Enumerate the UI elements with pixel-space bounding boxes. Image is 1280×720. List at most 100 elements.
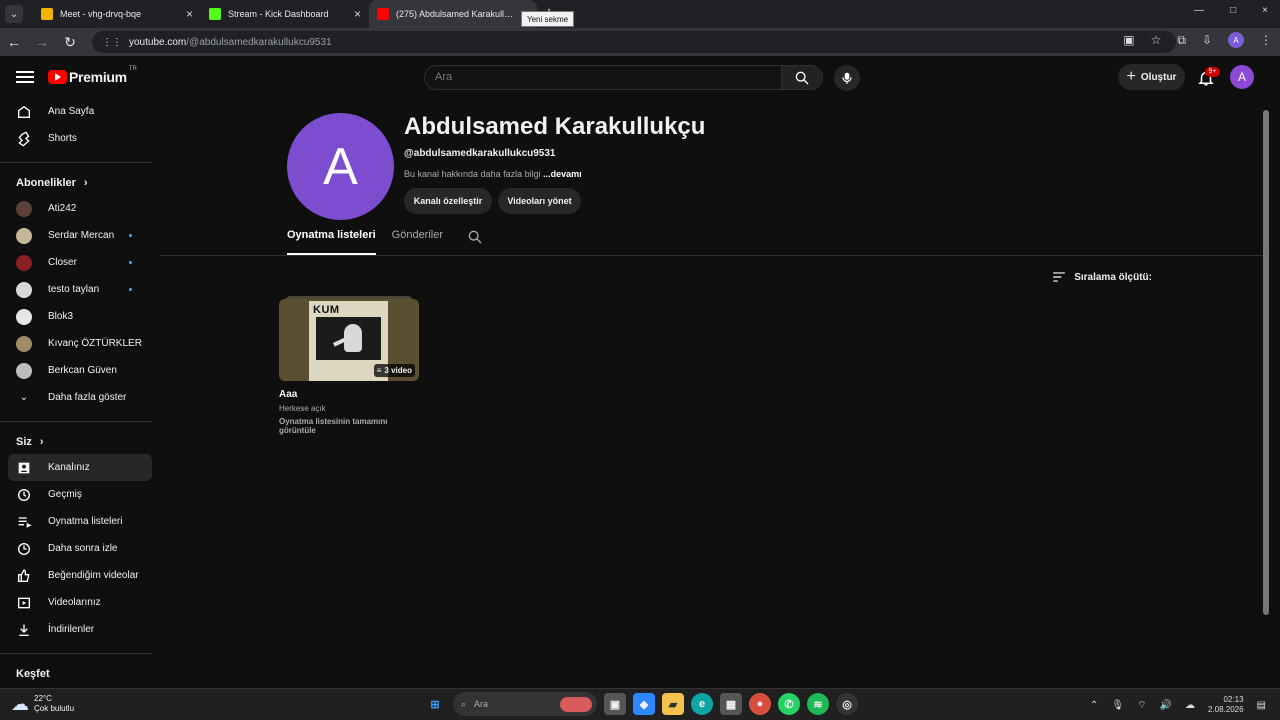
browser-actions: ▣ ☆ ⧉ ⇩ A ⋮ xyxy=(1123,32,1272,48)
tab-search-icon[interactable]: ⌄ xyxy=(5,5,23,23)
close-tab-icon[interactable]: × xyxy=(186,7,193,21)
channel-avatar xyxy=(16,254,32,271)
show-more-subscriptions[interactable]: ⌄ Daha fazla göster xyxy=(8,384,152,411)
channel-handle: @abdulsamedkarakullukcu9531 xyxy=(404,148,556,159)
weather-widget[interactable]: ☁ 22°C Çok bulutlu xyxy=(11,694,74,714)
channel-about[interactable]: Bu kanal hakkında daha fazla bilgi ...de… xyxy=(404,169,582,179)
scrollbar-thumb[interactable] xyxy=(1263,110,1269,615)
browser-profile-avatar[interactable]: A xyxy=(1228,32,1244,48)
sidebar-subscription-kivanc-ozturkler[interactable]: Kıvanç ÖZTÜRKLER xyxy=(8,330,152,357)
cloud-icon: ☁ xyxy=(11,694,29,714)
voice-search-button[interactable] xyxy=(834,65,860,91)
youtube-premium-logo[interactable]: Premium TR xyxy=(48,66,137,85)
volume-icon[interactable]: 🔊 xyxy=(1160,700,1172,711)
bookmark-star-icon[interactable]: ☆ xyxy=(1151,33,1162,47)
account-avatar[interactable]: A xyxy=(1230,65,1254,89)
clock[interactable]: 02:13 2.08.2026 xyxy=(1208,695,1244,715)
channel-avatar xyxy=(16,227,32,244)
task-view-icon[interactable]: ▣ xyxy=(604,693,626,715)
sidebar-item-liked-videos[interactable]: Beğendiğim videolar xyxy=(8,562,152,589)
youtube-app: Premium TR Ara + Oluştur 9+ A Ana Sayfa S… xyxy=(0,56,1280,688)
restore-icon[interactable]: □ xyxy=(1230,5,1236,16)
tray-overflow-icon[interactable]: ⌃ xyxy=(1090,700,1098,711)
sidebar-subscription-berkcan-guven[interactable]: Berkcan Güven xyxy=(8,357,152,384)
browser-tab-meet[interactable]: Meet - vhg-drvq-bqe × xyxy=(33,0,201,28)
spotify-icon[interactable]: ≋ xyxy=(807,693,829,715)
file-explorer-icon[interactable]: ▰ xyxy=(662,693,684,715)
sidebar-item-home[interactable]: Ana Sayfa xyxy=(8,98,152,125)
copilot-icon[interactable]: ◆ xyxy=(633,693,655,715)
sort-button[interactable]: Sıralama ölçütü: xyxy=(1052,271,1152,283)
youtube-play-icon xyxy=(48,70,67,84)
watch-later-icon xyxy=(18,542,30,555)
browser-tab-kick[interactable]: Stream - Kick Dashboard × xyxy=(201,0,369,28)
search-icon: ⌕ xyxy=(461,698,467,709)
obs-icon[interactable]: ◎ xyxy=(836,693,858,715)
reload-icon[interactable]: ↻ xyxy=(56,34,84,51)
downloads-icon[interactable]: ⇩ xyxy=(1202,33,1212,47)
sidebar-subscription-testo-taylan[interactable]: testo taylan xyxy=(8,276,152,303)
address-bar[interactable]: ⋮⋮ youtube.com/@abdulsamedkarakullukcu95… xyxy=(92,31,1176,53)
chrome-icon[interactable]: ● xyxy=(749,693,771,715)
taskbar-search[interactable]: ⌕ Ara xyxy=(453,692,597,716)
about-more-link[interactable]: ...devamı xyxy=(543,169,582,179)
menu-icon[interactable] xyxy=(16,68,34,86)
forward-icon[interactable]: → xyxy=(28,34,56,50)
sidebar-item-your-channel[interactable]: Kanalınız xyxy=(8,454,152,481)
windows-start-icon[interactable]: ⊞ xyxy=(424,693,446,715)
tab-playlists[interactable]: Oynatma listeleri xyxy=(287,229,376,255)
sort-icon xyxy=(1053,272,1066,282)
sidebar-divider xyxy=(0,653,152,654)
cloud-sync-icon[interactable]: ☁ xyxy=(1185,700,1195,711)
sidebar-item-shorts[interactable]: Shorts xyxy=(8,125,152,152)
channel-search-icon[interactable] xyxy=(467,229,483,245)
sidebar-item-history[interactable]: Geçmiş xyxy=(8,481,152,508)
sidebar-subscription-serdar-mercan[interactable]: Serdar Mercan xyxy=(8,222,152,249)
search-button[interactable] xyxy=(781,65,823,90)
customize-channel-button[interactable]: Kanalı özelleştir xyxy=(404,188,492,214)
sidebar-item-playlists[interactable]: Oynatma listeleri xyxy=(8,508,152,535)
playlist-title[interactable]: Aaa xyxy=(279,389,419,400)
install-icon[interactable]: ▣ xyxy=(1123,33,1134,47)
playlist-cover: KUM ≡ 3 video xyxy=(279,299,419,381)
extensions-icon[interactable]: ⧉ xyxy=(1177,33,1186,48)
sidebar-item-watch-later[interactable]: Daha sonra izle xyxy=(8,535,152,562)
browser-menu-icon[interactable]: ⋮ xyxy=(1260,33,1272,47)
you-heading[interactable]: Siz › xyxy=(16,430,144,454)
subscriptions-heading[interactable]: Abonelikler › xyxy=(16,171,144,195)
edge-icon[interactable]: e xyxy=(691,693,713,715)
video-count-badge: ≡ 3 video xyxy=(373,364,415,377)
sidebar-item-your-videos[interactable]: Videolarınız xyxy=(8,589,152,616)
playlist-card[interactable]: KUM ≡ 3 video Aaa Herkese açık Oynatma li… xyxy=(279,296,419,435)
sidebar-subscription-blok3[interactable]: Blok3 xyxy=(8,303,152,330)
close-tab-icon[interactable]: × xyxy=(354,7,361,21)
view-full-playlist-link[interactable]: Oynatma listesinin tamamını görüntüle xyxy=(279,417,419,435)
close-window-icon[interactable]: × xyxy=(1262,5,1268,16)
create-button[interactable]: + Oluştur xyxy=(1118,64,1185,90)
channel-avatar xyxy=(16,281,32,298)
browser-toolbar: ← → ↻ ⋮⋮ youtube.com/@abdulsamedkarakull… xyxy=(0,28,1280,56)
channel-avatar: A xyxy=(287,113,394,220)
microsoft-store-icon[interactable]: ▦ xyxy=(720,693,742,715)
sidebar-item-label: Shorts xyxy=(48,133,77,144)
browser-tab-youtube[interactable]: (275) Abdulsamed Karakullukçu × xyxy=(369,0,537,28)
system-tray: ⌃ 🎙 ⌔ 🔊 ☁ 02:13 2.08.2026 ▤ xyxy=(1090,695,1266,715)
sidebar-subscription-closer[interactable]: Closer xyxy=(8,249,152,276)
video-icon xyxy=(18,597,30,608)
minimize-icon[interactable]: — xyxy=(1194,5,1204,16)
page-scrollbar[interactable] xyxy=(1262,110,1270,615)
whatsapp-icon[interactable]: ✆ xyxy=(778,693,800,715)
wifi-icon[interactable]: ⌔ xyxy=(1137,699,1146,712)
tab-posts[interactable]: Gönderiler xyxy=(392,229,443,255)
sidebar-subscription-ati242[interactable]: Ati242 xyxy=(8,195,152,222)
search-input[interactable]: Ara xyxy=(424,65,782,90)
notification-center-icon[interactable]: ▤ xyxy=(1257,700,1266,711)
kick-favicon-icon xyxy=(209,8,221,20)
back-icon[interactable]: ← xyxy=(0,34,28,50)
microphone-tray-icon[interactable]: 🎙 xyxy=(1111,700,1124,711)
manage-videos-button[interactable]: Videoları yönet xyxy=(498,188,581,214)
site-info-icon[interactable]: ⋮⋮ xyxy=(102,37,122,48)
sidebar-item-downloads[interactable]: İndirilenler xyxy=(8,616,152,643)
playlist-thumbnail[interactable]: KUM ≡ 3 video xyxy=(279,296,419,382)
plus-icon: + xyxy=(1126,68,1136,85)
